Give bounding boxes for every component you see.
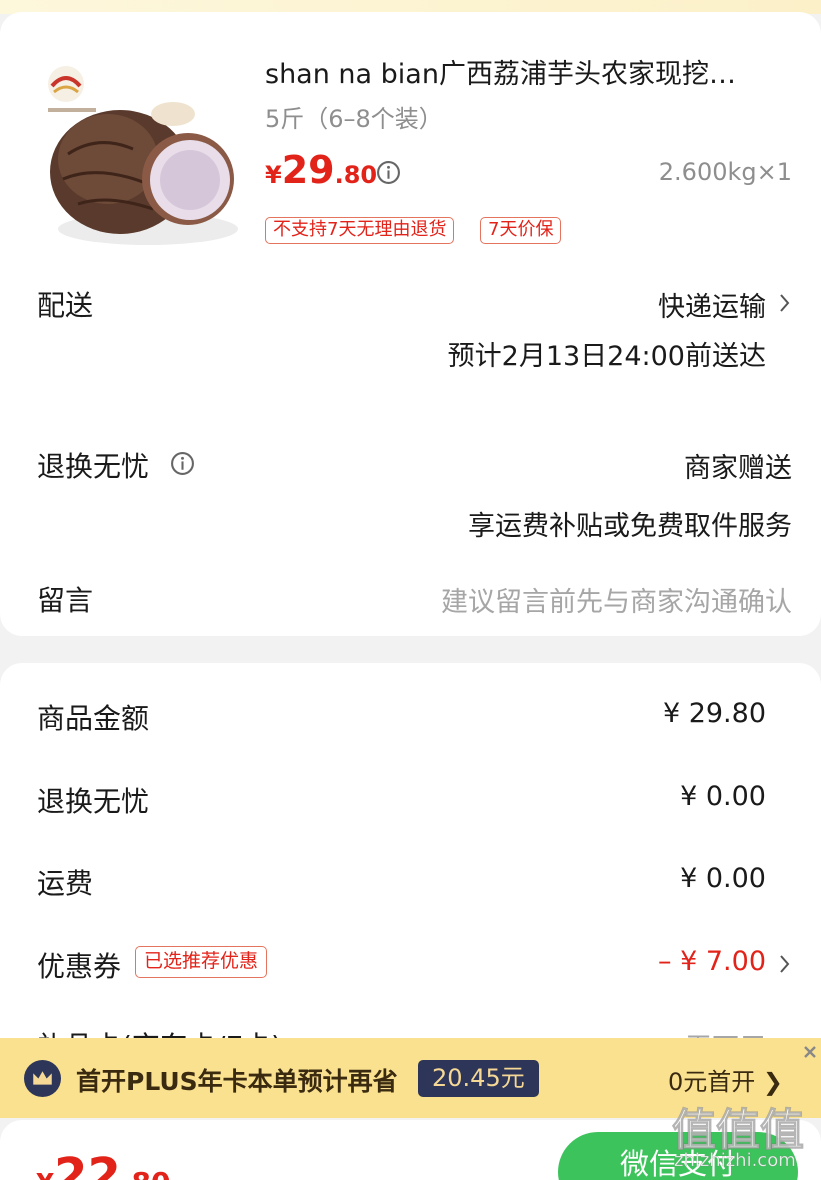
coupon-label: 优惠券 [37,950,122,983]
product-image[interactable] [38,54,238,254]
return-worry-cost-label: 退换无忧 [37,785,150,818]
product-price: ¥29.80 [265,148,377,192]
message-label: 留言 [37,584,94,617]
chevron-right-icon[interactable] [779,292,791,314]
return-worry-value: 商家赠送 [684,453,792,484]
info-icon[interactable] [376,160,401,185]
order-details-card: shan na bian广西荔浦芋头农家现挖… 5斤（6–8个装） ¥29.80… [0,12,821,636]
price-integer: 29 [281,148,335,192]
plus-crown-icon [24,1060,61,1097]
no-7day-return-tag: 不支持7天无理由退货 [265,217,455,244]
cost-summary-card: 商品金额 ¥ 29.80 退换无忧 ¥ 0.00 运费 ¥ 0.00 优惠券 已… [0,663,821,1083]
return-worry-label: 退换无忧 [37,450,150,483]
price-decimal: .80 [334,161,378,189]
plus-banner-text: 首开PLUS年卡本单预计再省 [76,1067,398,1096]
plus-membership-banner[interactable]: 首开PLUS年卡本单预计再省 20.45元 0元首开 ❯ [0,1038,821,1118]
product-title[interactable]: shan na bian广西荔浦芋头农家现挖… [265,52,785,91]
total-price: ¥22.80 [36,1148,171,1180]
price-currency: ¥ [265,161,282,189]
checkout-bar: ¥22.80 微信支付 [0,1120,821,1180]
coupon-recommended-badge: 已选推荐优惠 [135,946,268,978]
total-integer: 22 [54,1148,121,1180]
return-worry-cost-value: ¥ 0.00 [680,781,766,812]
delivery-label: 配送 [37,289,94,322]
goods-amount-label: 商品金额 [37,702,150,735]
total-decimal: .80 [121,1166,171,1180]
product-spec: 5斤（6–8个装） [265,105,443,133]
price-protection-tag: 7天价保 [480,217,562,244]
shipping-value: ¥ 0.00 [680,863,766,894]
message-input[interactable]: 建议留言前先与商家沟通确认 [441,580,792,619]
delivery-method[interactable]: 快递运输 [658,285,766,324]
info-icon[interactable] [170,451,195,476]
weight-quantity: 2.600kg×1 [658,158,792,186]
chevron-right-icon[interactable] [779,953,791,975]
coupon-value[interactable]: – ¥ 7.00 [658,946,766,977]
plus-open-link[interactable]: 0元首开 ❯ [668,1062,783,1097]
delivery-eta: 预计2月13日24:00前送达 [447,341,766,372]
total-currency: ¥ [36,1169,54,1180]
goods-amount-value: ¥ 29.80 [662,698,766,729]
shipping-label: 运费 [37,867,94,900]
close-icon[interactable] [800,1042,820,1062]
plus-savings-amount: 20.45元 [418,1060,539,1097]
wechat-pay-button[interactable]: 微信支付 [558,1132,798,1180]
return-worry-note: 享运费补贴或免费取件服务 [468,511,792,542]
